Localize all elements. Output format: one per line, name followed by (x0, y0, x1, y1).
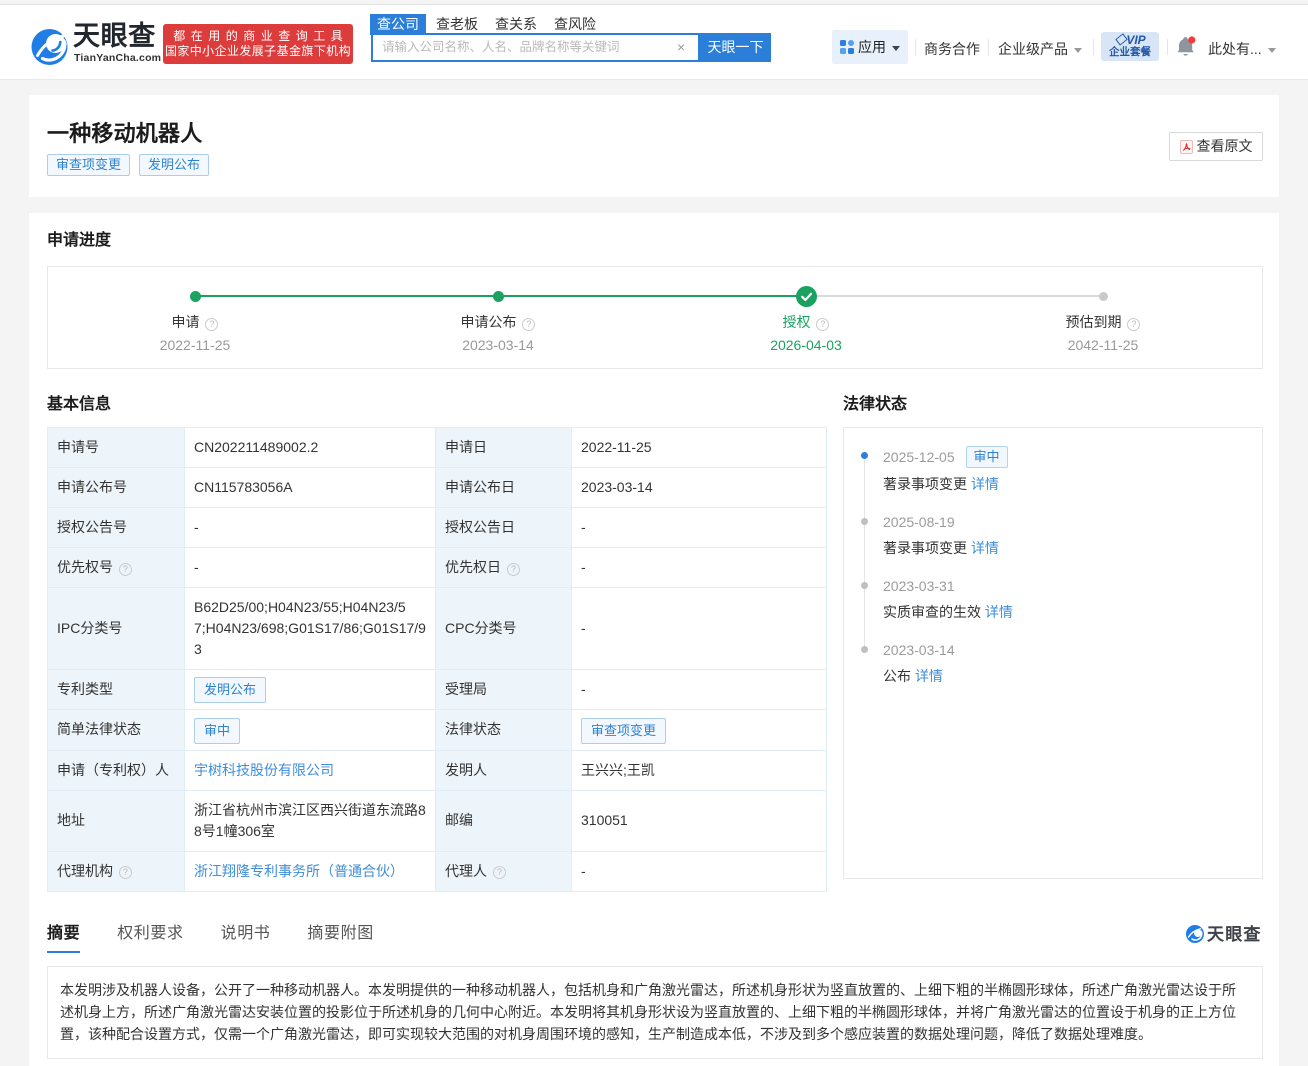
svg-text:天眼查: 天眼查 (1207, 924, 1262, 944)
